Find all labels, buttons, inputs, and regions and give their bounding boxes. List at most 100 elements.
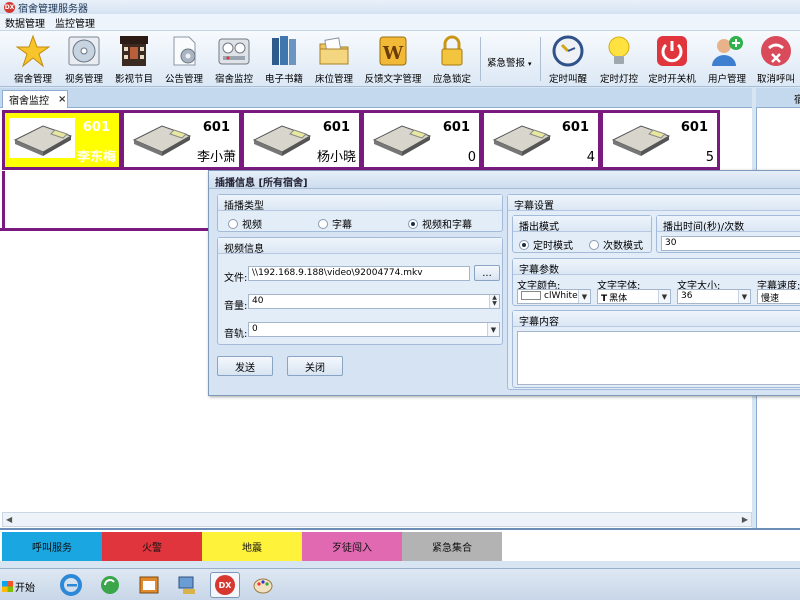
windows-flag-icon bbox=[2, 580, 13, 592]
radio-circle bbox=[228, 218, 238, 229]
bed-icon bbox=[9, 118, 75, 158]
radio-circle bbox=[318, 218, 328, 229]
call-service-button[interactable]: 呼叫服务 bbox=[2, 532, 102, 561]
text-font-select[interactable]: T 黑体 ▼ bbox=[597, 289, 671, 304]
paint-taskbar-icon[interactable] bbox=[248, 572, 278, 598]
toolbar: 宿舍管理 视务管理 影视节目 公告管理 宿舍监控 电子书籍 床位管理 W 反馈文… bbox=[0, 31, 800, 87]
close-icon[interactable]: × bbox=[58, 94, 66, 105]
star-icon bbox=[15, 33, 51, 69]
intruder-alarm-button[interactable]: 歹徒闯入 bbox=[302, 532, 402, 561]
scroll-right-icon[interactable]: ▶ bbox=[742, 515, 748, 524]
play-time-group: 播出时间(秒)/次数 30 bbox=[656, 215, 800, 253]
spin-updown-icon[interactable]: ▲ ▼ bbox=[489, 295, 499, 308]
volume-stepper[interactable]: 40 ▲ ▼ bbox=[248, 294, 500, 309]
earthquake-alarm-button[interactable]: 地震 bbox=[202, 532, 302, 561]
monitor-gauges-icon bbox=[216, 33, 252, 69]
timed-wakeup-button[interactable]: 定时叫醒 bbox=[545, 33, 591, 85]
cancel-call-button[interactable]: 取消呼叫 bbox=[752, 33, 800, 85]
audio-track-select[interactable]: 0 ▼ bbox=[248, 322, 500, 337]
svg-text:W: W bbox=[382, 43, 404, 64]
room-card[interactable]: 601 5 bbox=[600, 110, 720, 170]
start-button[interactable]: 开始 bbox=[2, 575, 40, 597]
dx-app-taskbar-icon[interactable]: DX bbox=[210, 572, 240, 598]
video-info-group: 视频信息 文件: \\192.168.9.188\video\92004774.… bbox=[217, 237, 503, 345]
file-path-field[interactable]: \\192.168.9.188\video\92004774.mkv bbox=[248, 266, 470, 281]
radio-count-mode[interactable]: 次数模式 bbox=[589, 237, 643, 252]
film-program-button[interactable]: 影视节目 bbox=[112, 33, 156, 85]
subtitle-content-textarea[interactable] bbox=[517, 331, 800, 385]
bed-icon bbox=[372, 125, 432, 156]
play-mode-group: 播出模式 定时模式 次数模式 bbox=[512, 215, 652, 253]
clock-icon bbox=[550, 33, 586, 69]
menu-data-management[interactable]: 数据管理 bbox=[0, 15, 50, 30]
urgent-alarm-dropdown[interactable]: 紧急警报 ▾ bbox=[487, 55, 532, 69]
ie-taskbar-icon[interactable] bbox=[56, 572, 86, 598]
dorm-monitor-button[interactable]: 宿舍监控 bbox=[212, 33, 256, 85]
room-card[interactable]: 601 杨小晓 bbox=[241, 110, 362, 170]
chevron-down-icon: ▾ bbox=[528, 60, 532, 68]
folders-icon bbox=[316, 33, 352, 69]
radio-video[interactable]: 视频 bbox=[228, 216, 262, 231]
room-card[interactable]: 601 李东梅 bbox=[2, 110, 122, 170]
bed-icon bbox=[492, 125, 552, 156]
room-card[interactable]: 601 李小萧 bbox=[121, 110, 242, 170]
app-logo-icon: DX bbox=[4, 1, 15, 13]
browse-button[interactable]: ... bbox=[474, 265, 500, 281]
user-management-button[interactable]: 用户管理 bbox=[704, 33, 750, 85]
ebooks-button[interactable]: 电子书籍 bbox=[261, 33, 307, 85]
tab-dorm-monitor[interactable]: 宿舍监控 × bbox=[2, 90, 68, 108]
toolbar-separator bbox=[480, 37, 481, 81]
emergency-assembly-button[interactable]: 紧急集合 bbox=[402, 532, 502, 561]
dorm-management-button[interactable]: 宿舍管理 bbox=[10, 33, 56, 85]
power-icon bbox=[654, 33, 690, 69]
taskbar: 开始 DX bbox=[0, 568, 800, 600]
text-size-select[interactable]: 36 ▼ bbox=[677, 289, 751, 304]
books-icon bbox=[266, 33, 302, 69]
text-color-select[interactable]: clWhite ▼ bbox=[517, 289, 591, 304]
bed-management-button[interactable]: 床位管理 bbox=[311, 33, 357, 85]
radio-circle-selected bbox=[519, 239, 529, 250]
chevron-down-icon: ▼ bbox=[487, 323, 499, 336]
film-icon bbox=[116, 33, 152, 69]
emergency-lock-button[interactable]: 应急锁定 bbox=[430, 33, 474, 85]
timed-light-button[interactable]: 定时灯控 bbox=[596, 33, 642, 85]
feedback-text-management-button[interactable]: W 反馈文字管理 bbox=[362, 33, 424, 85]
network-taskbar-icon[interactable] bbox=[172, 572, 202, 598]
title-bar: DX 宿舍管理服务器 bbox=[0, 0, 800, 15]
word-box-icon: W bbox=[375, 33, 411, 69]
radio-video-and-subtitle[interactable]: 视频和字幕 bbox=[408, 216, 472, 231]
radio-subtitle[interactable]: 字幕 bbox=[318, 216, 352, 231]
subtitle-settings-group: 字幕设置 播出模式 定时模式 次数模式 播出时间(秒)/次数 30 字幕参数 文… bbox=[507, 194, 800, 390]
announcement-management-button[interactable]: 公告管理 bbox=[161, 33, 207, 85]
fire-alarm-button[interactable]: 火警 bbox=[102, 532, 202, 561]
scroll-left-icon[interactable]: ◀ bbox=[6, 515, 12, 524]
color-swatch bbox=[521, 291, 541, 300]
subtitle-speed-select[interactable]: 慢速 bbox=[757, 289, 800, 304]
document-gear-icon bbox=[166, 33, 202, 69]
disc-icon bbox=[66, 33, 102, 69]
send-button[interactable]: 发送 bbox=[217, 356, 273, 376]
video-management-button[interactable]: 视务管理 bbox=[62, 33, 106, 85]
close-button[interactable]: 关闭 bbox=[287, 356, 343, 376]
bed-icon bbox=[132, 125, 192, 156]
bed-icon bbox=[252, 125, 312, 156]
right-panel-header: 宿 bbox=[756, 88, 800, 108]
menu-monitor-management[interactable]: 监控管理 bbox=[50, 15, 100, 30]
chevron-down-icon: ▼ bbox=[738, 290, 750, 303]
subtitle-content-group: 字幕内容 bbox=[512, 310, 800, 388]
refresh-taskbar-icon[interactable] bbox=[95, 572, 125, 598]
menu-bar: 数据管理 监控管理 bbox=[0, 14, 800, 31]
alarm-bar: 呼叫服务 火警 地震 歹徒闯入 紧急集合 bbox=[0, 528, 800, 561]
dialog-title: 插播信息 [所有宿舍] bbox=[209, 171, 800, 189]
play-time-field[interactable]: 30 bbox=[661, 236, 800, 251]
bulb-icon bbox=[601, 33, 637, 69]
lock-icon bbox=[434, 33, 470, 69]
app-window-taskbar-icon[interactable] bbox=[134, 572, 164, 598]
room-card[interactable]: 601 0 bbox=[361, 110, 482, 170]
timed-power-button[interactable]: 定时开关机 bbox=[645, 33, 699, 85]
broadcast-dialog: 插播信息 [所有宿舍] 插播类型 视频 字幕 视频和字幕 视频信息 文件: \\… bbox=[208, 170, 800, 396]
horizontal-scrollbar[interactable]: ◀ ▶ bbox=[2, 512, 752, 527]
tab-strip: 宿舍监控 × bbox=[0, 88, 752, 108]
room-card[interactable]: 601 4 bbox=[481, 110, 601, 170]
radio-timed-mode[interactable]: 定时模式 bbox=[519, 237, 573, 252]
